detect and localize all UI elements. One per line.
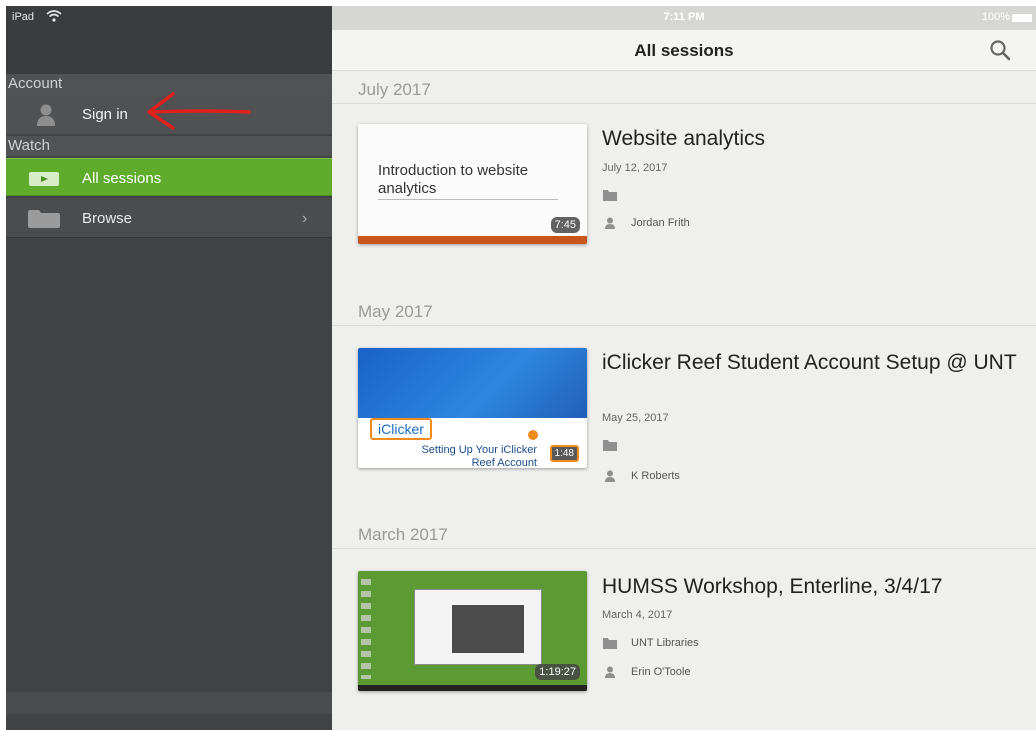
sidebar-item-label: All sessions (82, 170, 162, 187)
session-thumbnail[interactable]: 1:19:27 (358, 571, 587, 691)
duration-badge: 7:45 (550, 217, 580, 233)
session-title[interactable]: Website analytics (602, 126, 1022, 152)
month-header: July 2017 (358, 80, 431, 99)
thumb-desktop-icons (361, 579, 371, 679)
folder-icon (603, 440, 617, 451)
sidebar-bottom-bar (6, 692, 332, 714)
folder-icon (603, 190, 617, 201)
session-title[interactable]: iClicker Reef Student Account Setup @ UN… (602, 350, 1022, 376)
folder-icon (603, 638, 617, 649)
sidebar-item-all-sessions[interactable]: All sessions (6, 158, 332, 196)
thumb-orange-dot (528, 430, 538, 440)
session-presenter: Jordan Frith (631, 217, 690, 229)
folder-icon (28, 210, 60, 228)
thumb-taskbar (358, 685, 587, 691)
session-folder: UNT Libraries (631, 637, 699, 649)
status-bar-left: iPad (6, 6, 332, 30)
red-arrow-annotation (147, 92, 251, 130)
thumb-text: Setting Up Your iClicker Reef Account (421, 444, 537, 468)
session-date: May 25, 2017 (602, 412, 669, 424)
presenter-icon (605, 217, 615, 229)
divider (332, 548, 1036, 549)
presenter-icon (605, 470, 615, 482)
divider (332, 103, 1036, 104)
duration-badge: 1:19:27 (535, 664, 580, 680)
session-presenter: Erin O'Toole (631, 666, 691, 678)
thumb-title: Introduction to website analytics (378, 162, 529, 197)
watch-section-header: Watch (6, 136, 332, 156)
session-thumbnail[interactable]: iClicker Setting Up Your iClicker Reef A… (358, 348, 587, 468)
iclicker-logo: iClicker (370, 418, 432, 440)
duration-badge: 1:48 (549, 445, 579, 462)
battery-label: 100% (981, 11, 1010, 23)
session-thumbnail[interactable]: Introduction to website analytics 7:45 (358, 124, 587, 244)
chevron-right-icon: › (302, 210, 308, 227)
status-bar-right: 7:11 PM 100% (332, 6, 1036, 30)
thumb-accent-bar (358, 236, 587, 244)
search-icon[interactable] (988, 38, 1012, 62)
page-title: All sessions (634, 41, 734, 60)
sign-in-label: Sign in (82, 106, 128, 123)
carrier-label: iPad (12, 11, 35, 23)
month-header: May 2017 (358, 302, 433, 321)
status-time: 7:11 PM (663, 11, 705, 23)
app-screen: iPad Account Sign in Watch All sessions … (6, 6, 1036, 730)
wifi-icon (46, 10, 62, 22)
month-header: March 2017 (358, 525, 448, 544)
thumb-rule (378, 199, 558, 200)
nav-bar: All sessions (332, 30, 1036, 71)
session-date: July 12, 2017 (602, 162, 668, 174)
divider (332, 325, 1036, 326)
presenter-icon (605, 666, 615, 678)
session-presenter: K Roberts (631, 470, 680, 482)
video-icon (29, 172, 59, 186)
sidebar-item-label: Browse (82, 210, 133, 227)
sidebar: iPad Account Sign in Watch All sessions … (6, 6, 332, 730)
battery-icon (1012, 14, 1032, 22)
session-title[interactable]: HUMSS Workshop, Enterline, 3/4/17 (602, 574, 1022, 600)
session-date: March 4, 2017 (602, 609, 673, 621)
user-avatar-icon (37, 104, 55, 126)
main-panel: 7:11 PM 100% All sessions July 2017 Intr… (332, 6, 1036, 730)
sidebar-item-browse[interactable]: Browse › (6, 198, 332, 238)
sidebar-top-spacer (6, 30, 332, 74)
thumb-dialog (452, 605, 524, 653)
